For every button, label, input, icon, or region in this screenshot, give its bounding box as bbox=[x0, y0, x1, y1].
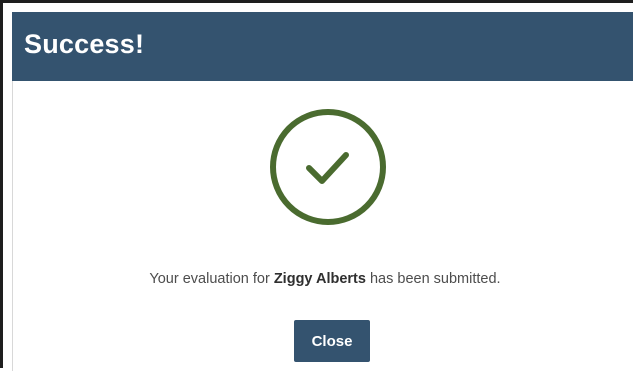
success-dialog: Success! Your evaluation for Ziggy Alber… bbox=[0, 0, 633, 371]
check-circle-icon bbox=[270, 109, 386, 225]
close-button[interactable]: Close bbox=[294, 320, 370, 362]
dialog-header: Success! bbox=[12, 12, 633, 81]
dialog-body: Your evaluation for Ziggy Alberts has be… bbox=[12, 81, 633, 371]
dialog-title: Success! bbox=[24, 29, 145, 59]
submission-message: Your evaluation for Ziggy Alberts has be… bbox=[13, 271, 633, 287]
message-suffix: has been submitted. bbox=[365, 271, 501, 287]
evaluated-person-name: Ziggy Alberts bbox=[273, 271, 366, 287]
message-prefix: Your evaluation for bbox=[149, 271, 274, 287]
